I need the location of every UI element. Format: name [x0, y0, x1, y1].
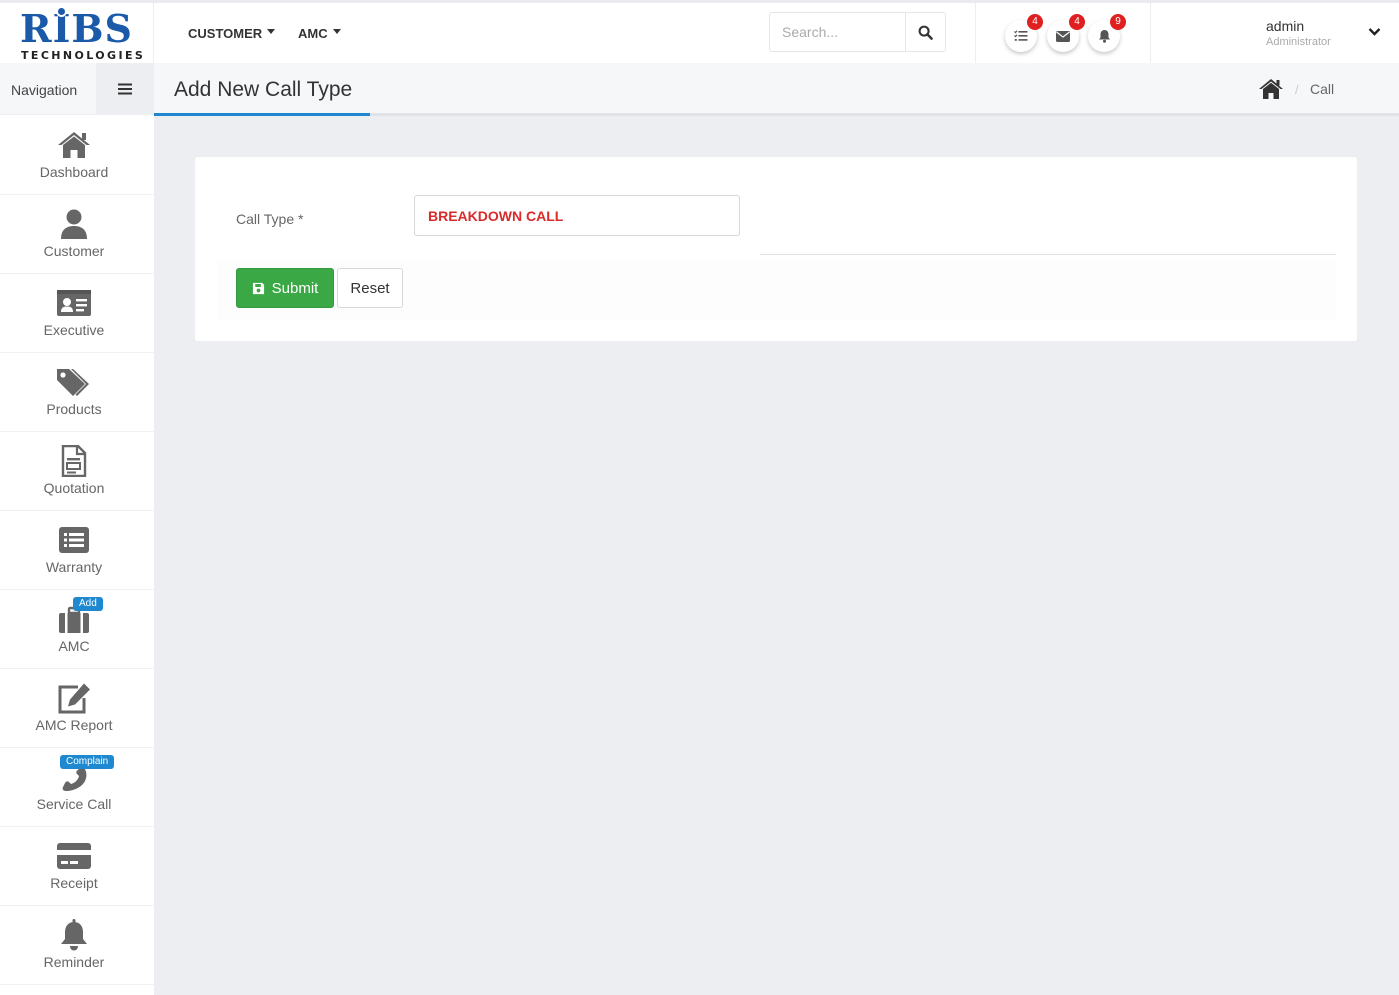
submit-button[interactable]: Submit — [236, 268, 334, 308]
menu-amc-label: AMC — [298, 25, 328, 41]
sidebar-item-label: Warranty — [45, 559, 103, 575]
divider — [1150, 3, 1151, 63]
bell-icon — [1098, 30, 1110, 43]
sidebar-item-amc-report[interactable]: AMC Report — [0, 669, 154, 748]
alerts-notification-button[interactable]: 9 — [1088, 14, 1126, 52]
sidebar-item-label: AMC — [58, 638, 90, 654]
user-icon — [55, 207, 93, 241]
sidebar-item-service-call[interactable]: Complain Service Call — [0, 748, 154, 827]
sidebar-item-tag: Add — [73, 597, 103, 611]
tasks-notification-button[interactable]: 4 — [1005, 14, 1043, 52]
menu-amc[interactable]: AMC — [298, 3, 341, 63]
menu-customer-label: CUSTOMER — [188, 25, 263, 41]
top-bar: RIBS TECHNOLOGIES CUSTOMER AMC 4 — [0, 0, 1399, 66]
search-box — [769, 12, 946, 52]
brand-name: RIBS — [20, 6, 133, 51]
reset-button[interactable]: Reset — [337, 268, 403, 308]
sidebar-item-label: Quotation — [43, 480, 105, 496]
user-name: admin — [1266, 18, 1305, 34]
sidebar-header: Navigation — [0, 63, 154, 115]
caret-down-icon — [267, 28, 276, 34]
sidebar-toggle-button[interactable] — [96, 63, 154, 115]
user-menu[interactable]: admin Administrator — [1266, 18, 1331, 49]
brand-subtitle: TECHNOLOGIES — [21, 49, 146, 62]
notification-count-badge: 9 — [1110, 14, 1126, 30]
list-icon — [55, 523, 93, 557]
messages-notification-button[interactable]: 4 — [1047, 14, 1085, 52]
brand-logo[interactable]: RIBS TECHNOLOGIES — [0, 3, 154, 66]
sidebar-item-label: Dashboard — [39, 164, 109, 180]
sidebar-item-dashboard[interactable]: Dashboard — [0, 116, 154, 195]
globe-icon — [56, 6, 67, 17]
search-button[interactable] — [905, 13, 945, 51]
save-icon — [252, 282, 264, 294]
breadcrumb-separator: / — [1295, 82, 1299, 97]
home-icon — [55, 128, 93, 162]
home-icon[interactable] — [1258, 78, 1284, 100]
sidebar-item-label: Service Call — [36, 796, 112, 812]
search-input[interactable] — [770, 13, 905, 51]
sidebar-item-executive[interactable]: Executive — [0, 274, 154, 353]
edit-icon — [55, 681, 93, 715]
page-header: Add New Call Type / Call — [154, 63, 1399, 116]
search-icon — [918, 25, 933, 40]
page-title: Add New Call Type — [174, 78, 353, 101]
call-type-label: Call Type * — [236, 211, 304, 227]
submit-button-label: Submit — [271, 279, 319, 297]
reset-button-label: Reset — [350, 279, 390, 297]
task-list-icon — [1014, 30, 1028, 41]
sidebar-item-label: Reminder — [43, 954, 105, 970]
sidebar-item-label: Customer — [43, 243, 105, 259]
chevron-down-icon[interactable] — [1368, 27, 1381, 37]
call-type-form-card: Call Type * Submit Reset — [195, 157, 1357, 341]
sidebar-item-reminder[interactable]: Reminder — [0, 906, 154, 985]
hamburger-icon — [118, 83, 132, 95]
divider — [975, 3, 976, 63]
breadcrumb-current: Call — [1310, 81, 1335, 97]
sidebar-item-label: Executive — [43, 322, 105, 338]
credit-card-icon — [55, 839, 93, 873]
bell-icon — [55, 918, 93, 952]
divider — [760, 254, 1336, 255]
sidebar-title: Navigation — [11, 82, 78, 98]
envelope-icon — [1056, 30, 1070, 42]
sidebar: Navigation Dashboard Customer Executive … — [0, 63, 154, 995]
caret-down-icon — [332, 28, 341, 34]
id-card-icon — [55, 286, 93, 320]
menu-customer[interactable]: CUSTOMER — [188, 3, 276, 63]
tags-icon — [55, 365, 93, 399]
sidebar-item-tag: Complain — [60, 755, 115, 769]
sidebar-item-amc[interactable]: Add AMC — [0, 590, 154, 669]
document-icon — [55, 444, 93, 478]
call-type-input[interactable] — [414, 195, 740, 236]
sidebar-item-label: Receipt — [50, 875, 98, 891]
page-title-underline — [154, 113, 370, 116]
sidebar-item-warranty[interactable]: Warranty — [0, 511, 154, 590]
sidebar-item-receipt[interactable]: Receipt — [0, 827, 154, 906]
user-role: Administrator — [1266, 36, 1331, 48]
sidebar-item-label: AMC Report — [35, 717, 113, 733]
notification-count-badge: 4 — [1027, 14, 1043, 30]
sidebar-item-label: Products — [46, 401, 102, 417]
sidebar-item-customer[interactable]: Customer — [0, 195, 154, 274]
notification-count-badge: 4 — [1069, 14, 1085, 30]
sidebar-item-quotation[interactable]: Quotation — [0, 432, 154, 511]
sidebar-item-products[interactable]: Products — [0, 353, 154, 432]
